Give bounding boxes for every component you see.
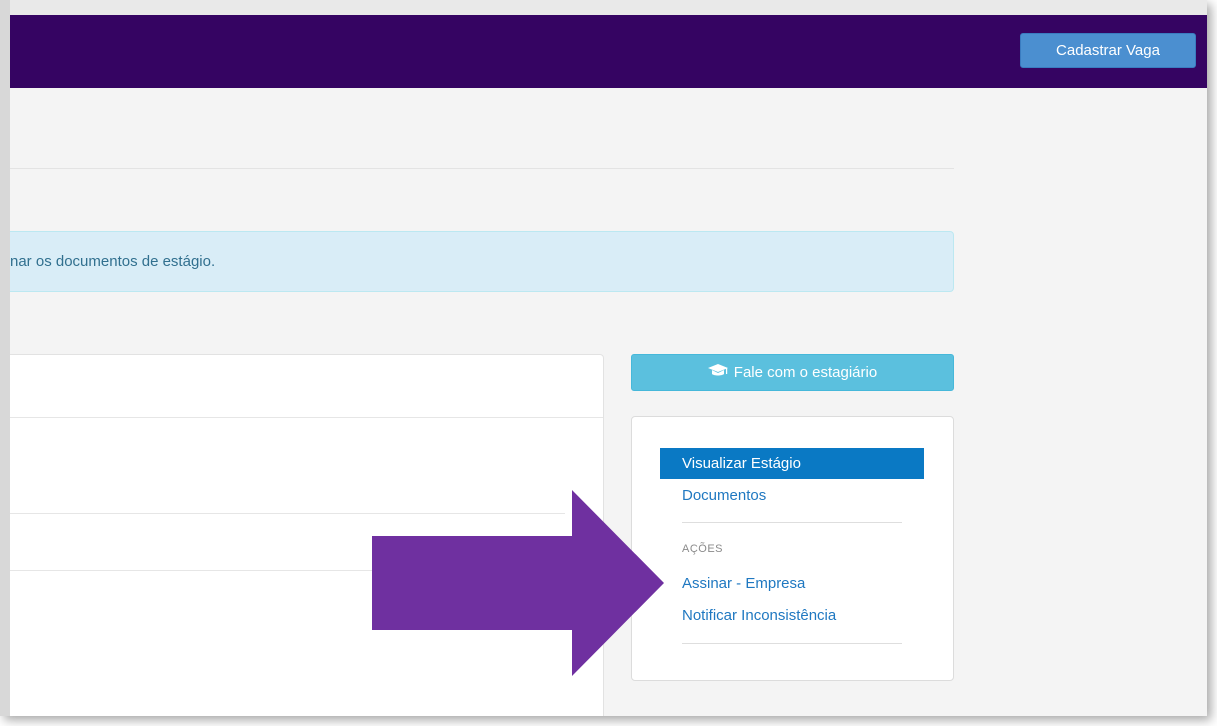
top-navbar: Cadastrar Vaga <box>10 15 1207 88</box>
graduation-cap-icon <box>707 356 728 391</box>
window-top-strip <box>10 0 1207 15</box>
menu-item-visualizar-estagio[interactable]: Visualizar Estágio <box>660 448 924 479</box>
fale-com-estagiario-button[interactable]: Fale com o estagiário <box>631 354 954 391</box>
info-alert: nar os documentos de estágio. <box>10 231 954 292</box>
menu-divider <box>682 522 902 523</box>
section-divider <box>10 168 954 169</box>
menu-divider <box>682 643 902 644</box>
panel-divider <box>10 417 603 418</box>
menu-item-notificar-inconsistencia[interactable]: Notificar Inconsistência <box>660 600 924 631</box>
menu-header-acoes: AÇÕES <box>682 543 724 555</box>
app-window: Cadastrar Vaga nar os documentos de está… <box>0 0 1207 716</box>
info-alert-text: nar os documentos de estágio. <box>10 253 216 270</box>
side-menu: Visualizar Estágio Documentos AÇÕES Assi… <box>631 416 954 681</box>
cadastrar-vaga-button[interactable]: Cadastrar Vaga <box>1020 33 1196 68</box>
arrow-right-icon <box>372 490 672 681</box>
menu-item-documentos[interactable]: Documentos <box>660 480 924 511</box>
menu-item-assinar-empresa[interactable]: Assinar - Empresa <box>660 568 924 599</box>
fale-com-estagiario-label: Fale com o estagiário <box>733 364 878 381</box>
